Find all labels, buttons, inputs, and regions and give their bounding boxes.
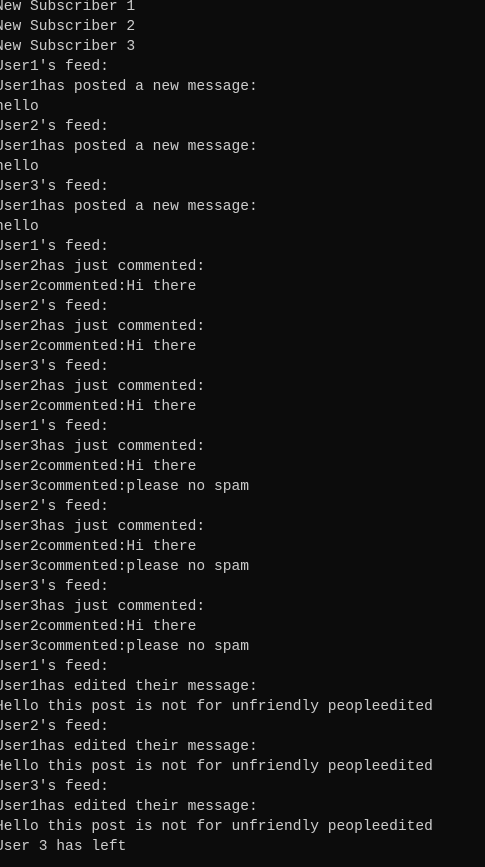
console-line: Hello this post is not for unfriendly pe… [0,819,433,835]
console-line: User3's feed: [0,179,109,195]
console-line: User3has just commented: [0,519,206,535]
console-line: hello [0,219,39,235]
console-line: User1's feed: [0,59,109,75]
console-line: User2's feed: [0,719,109,735]
console-line: User2has just commented: [0,259,206,275]
console-line: User3's feed: [0,579,109,595]
console-line: Hello this post is not for unfriendly pe… [0,759,433,775]
console-line: User1has edited their message: [0,799,258,815]
console-line: User3commented:please no spam [0,559,249,575]
console-line: User1has posted a new message: [0,139,258,155]
console-line: User2commented:Hi there [0,339,197,355]
console-line: User1has posted a new message: [0,79,258,95]
console-line: User2commented:Hi there [0,619,197,635]
console-line: User1has posted a new message: [0,199,258,215]
console-line: User1has edited their message: [0,739,258,755]
console-line: User2commented:Hi there [0,279,197,295]
console-line: User2commented:Hi there [0,539,197,555]
console-line: hello [0,159,39,175]
console-line: User2has just commented: [0,319,206,335]
console-line: User2has just commented: [0,379,206,395]
console-line: User1has edited their message: [0,679,258,695]
console-line: User2commented:Hi there [0,399,197,415]
console-line: User3has just commented: [0,439,206,455]
console-line: New Subscriber 3 [0,39,136,55]
console-line: User2's feed: [0,299,109,315]
console-line: User3commented:please no spam [0,479,249,495]
console-line: User3commented:please no spam [0,639,249,655]
console-output[interactable]: New Subscriber 1 New Subscriber 2 New Su… [0,0,485,867]
console-line: User3's feed: [0,779,109,795]
console-line: New Subscriber 2 [0,19,136,35]
console-line: Hello this post is not for unfriendly pe… [0,699,433,715]
console-line: User1's feed: [0,419,109,435]
console-line: New Subscriber 1 [0,0,136,15]
console-line: User3's feed: [0,359,109,375]
console-line: User2commented:Hi there [0,459,197,475]
console-line: hello [0,99,39,115]
console-line: User3has just commented: [0,599,206,615]
console-line: User2's feed: [0,499,109,515]
console-line: User 3 has left [0,839,127,855]
console-line: User1's feed: [0,239,109,255]
console-line: User2's feed: [0,119,109,135]
console-line: User1's feed: [0,659,109,675]
